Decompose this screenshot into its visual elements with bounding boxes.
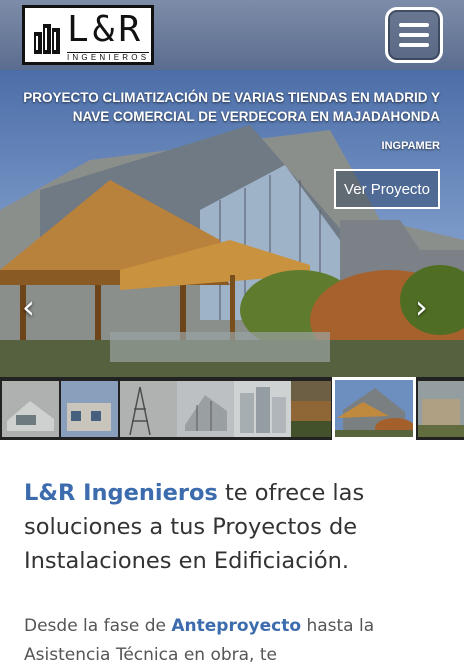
hero-slider: PROYECTO CLIMATIZACIÓN DE VARIAS TIENDAS… (0, 70, 464, 440)
thumbnail[interactable] (120, 381, 177, 437)
thumbnail[interactable] (234, 381, 291, 437)
thumbnail[interactable] (418, 381, 464, 437)
thumbnail[interactable] (177, 381, 234, 437)
description-highlight: Anteproyecto (171, 616, 302, 636)
brand-name: L&R Ingenieros (24, 480, 218, 506)
slider-next-icon[interactable]: › (415, 288, 428, 326)
slider-prev-icon[interactable]: ‹ (22, 288, 35, 326)
description-text: Desde la fase de (24, 616, 172, 636)
thumbnail-strip (0, 377, 464, 440)
slide-title: PROYECTO CLIMATIZACIÓN DE VARIAS TIENDAS… (23, 90, 440, 124)
description-paragraph: Desde la fase de Anteproyecto hasta la A… (24, 612, 444, 668)
site-header: L&R INGENIEROS (0, 0, 464, 70)
thumbnail-active[interactable] (332, 377, 416, 440)
building-logo-icon (34, 24, 60, 54)
logo-subtitle: INGENIEROS (67, 52, 150, 62)
slide-client: INGPAMER (381, 140, 440, 152)
view-project-button[interactable]: Ver Proyecto (334, 169, 440, 209)
logo[interactable]: L&R INGENIEROS (22, 5, 154, 65)
thumbnail[interactable] (2, 381, 59, 437)
thumbnail[interactable] (61, 381, 118, 437)
logo-text: L&R (67, 9, 145, 50)
thumbnail[interactable] (291, 381, 331, 437)
intro-heading: L&R Ingenieros te ofrece las soluciones … (24, 476, 444, 578)
hamburger-menu-icon[interactable] (385, 7, 443, 63)
